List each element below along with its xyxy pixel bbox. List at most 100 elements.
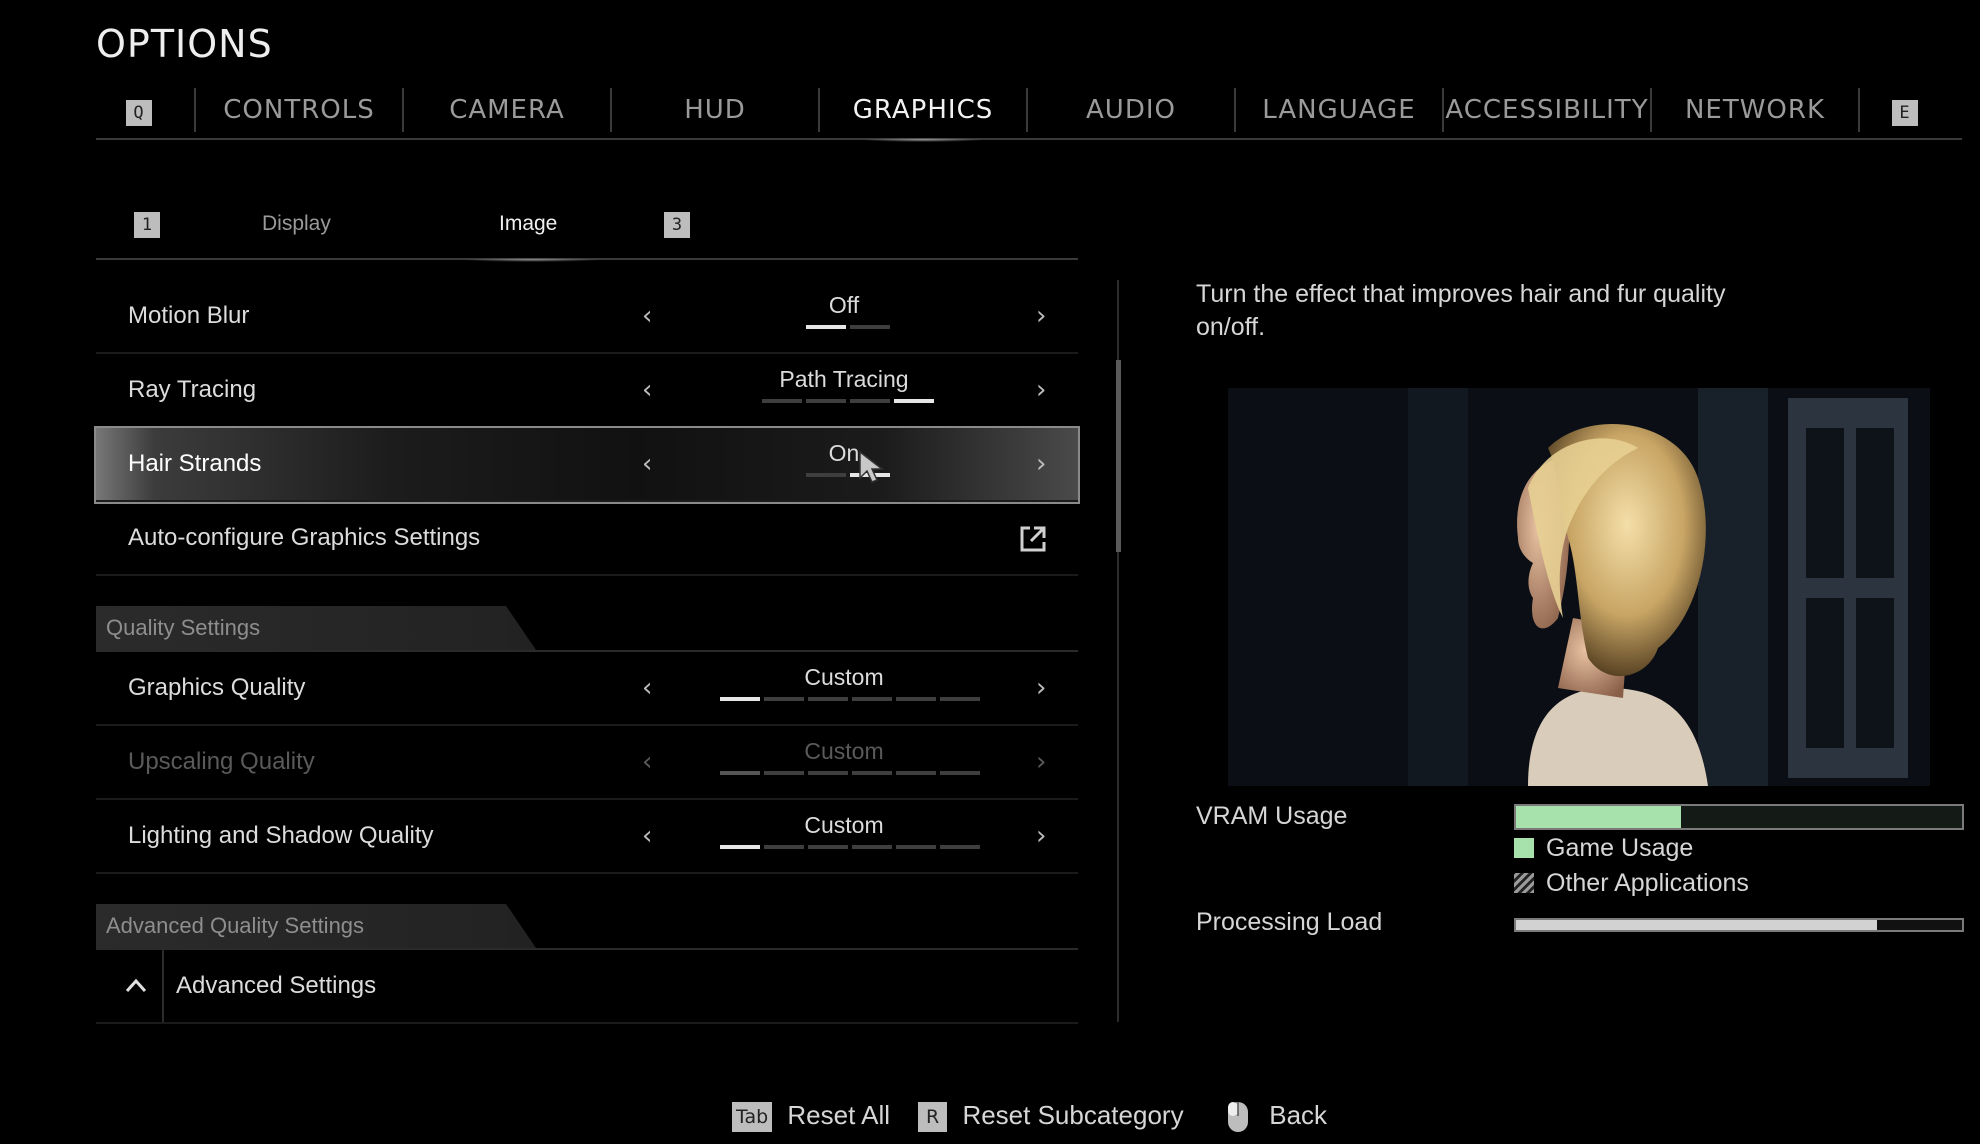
prev-tab-key[interactable]: Q <box>106 86 172 134</box>
setting-ray-tracing[interactable]: Ray Tracing ‹ Path Tracing › <box>96 354 1078 428</box>
game-usage-swatch <box>1514 838 1534 858</box>
top-tab-bar: Q CONTROLS CAMERA HUD GRAPHICS AUDIO LAN… <box>96 86 1962 142</box>
reset-all-button[interactable]: Tab Reset All <box>732 1100 890 1133</box>
legend-label: Other Applications <box>1546 869 1749 897</box>
processing-load-fill <box>1516 920 1878 930</box>
setting-level-indicator <box>762 399 934 403</box>
q-key-icon: Q <box>126 100 152 126</box>
tab-graphics[interactable]: GRAPHICS <box>820 86 1026 142</box>
setting-level-indicator <box>720 697 980 701</box>
level-segment <box>940 845 980 849</box>
chevron-left-icon[interactable]: ‹ <box>642 800 652 872</box>
setting-motion-blur[interactable]: Motion Blur ‹ Off › <box>96 280 1078 354</box>
level-segment <box>896 845 936 849</box>
setting-hair-strands[interactable]: Hair Strands ‹ On › <box>94 426 1080 504</box>
next-tab-key[interactable]: E <box>1872 86 1938 134</box>
setting-label: Ray Tracing <box>128 376 257 403</box>
level-segment <box>808 845 848 849</box>
setting-advanced-settings[interactable]: Advanced Settings <box>96 950 1078 1024</box>
tab-key-icon: Tab <box>732 1102 773 1133</box>
level-segment <box>894 399 934 403</box>
mouse-cursor-icon <box>859 450 885 483</box>
tab-accessibility[interactable]: ACCESSIBILITY <box>1444 86 1650 134</box>
tab-controls[interactable]: CONTROLS <box>196 86 402 134</box>
level-segment <box>852 697 892 701</box>
level-segment <box>720 845 760 849</box>
tab-language[interactable]: LANGUAGE <box>1236 86 1442 134</box>
chevron-left-icon[interactable]: ‹ <box>642 428 652 500</box>
processing-load-bar <box>1514 918 1964 932</box>
level-segment <box>808 771 848 775</box>
section-quality-settings: Quality Settings <box>96 606 1078 652</box>
setting-label: Auto-configure Graphics Settings <box>128 524 481 551</box>
level-segment <box>720 771 760 775</box>
section-advanced-quality-settings: Advanced Quality Settings <box>96 904 1078 950</box>
setting-label: Motion Blur <box>128 302 250 329</box>
chevron-right-icon[interactable]: › <box>1036 280 1046 352</box>
level-segment <box>850 325 890 329</box>
chevron-right-icon[interactable]: › <box>1036 354 1046 426</box>
setting-level-indicator <box>720 845 980 849</box>
back-button[interactable]: Back <box>1226 1100 1327 1134</box>
setting-level-indicator <box>806 325 890 329</box>
level-segment <box>808 697 848 701</box>
setting-lighting-shadow-quality[interactable]: Lighting and Shadow Quality ‹ Custom › <box>96 800 1078 874</box>
r-key-icon: R <box>918 1102 948 1133</box>
preview-illustration <box>1228 388 1930 786</box>
setting-label: Advanced Settings <box>176 972 377 999</box>
vram-game-fill <box>1516 806 1682 828</box>
setting-auto-configure[interactable]: Auto-configure Graphics Settings <box>96 502 1078 576</box>
vram-usage-label: VRAM Usage <box>1196 802 1348 830</box>
setting-value: Custom <box>804 738 884 764</box>
chevron-left-icon[interactable]: ‹ <box>642 280 652 352</box>
level-segment <box>850 399 890 403</box>
chevron-right-icon[interactable]: › <box>1036 428 1046 500</box>
setting-label: Lighting and Shadow Quality <box>128 822 434 849</box>
chevron-left-icon: ‹ <box>642 747 653 777</box>
tab-camera[interactable]: CAMERA <box>404 86 610 134</box>
prev-subtab-key[interactable]: 1 <box>134 212 160 238</box>
level-segment <box>720 697 760 701</box>
legend-other-applications: Other Applications <box>1514 869 1749 898</box>
level-segment <box>764 845 804 849</box>
level-segment <box>940 697 980 701</box>
one-key-icon: 1 <box>134 212 160 238</box>
subtab-image[interactable]: Image <box>499 212 557 236</box>
e-key-icon: E <box>1892 100 1918 126</box>
button-label: Reset Subcategory <box>962 1100 1184 1130</box>
level-segment <box>762 399 802 403</box>
setting-graphics-quality[interactable]: Graphics Quality ‹ Custom › <box>96 652 1078 726</box>
chevron-up-icon[interactable] <box>124 976 148 994</box>
chevron-right-icon[interactable]: › <box>1036 652 1046 724</box>
legend-label: Game Usage <box>1546 834 1694 862</box>
setting-level-indicator <box>720 771 980 775</box>
setting-label: Upscaling Quality <box>128 748 315 775</box>
setting-value: On <box>828 440 860 466</box>
other-applications-swatch <box>1514 873 1534 893</box>
next-subtab-key[interactable]: 3 <box>664 212 690 238</box>
level-segment <box>852 771 892 775</box>
setting-label: Graphics Quality <box>128 674 306 701</box>
level-segment <box>806 399 846 403</box>
level-segment <box>896 697 936 701</box>
processing-load-label: Processing Load <box>1196 908 1383 936</box>
external-link-icon[interactable] <box>1018 524 1048 554</box>
reset-subcategory-button[interactable]: R Reset Subcategory <box>918 1100 1184 1133</box>
subtab-display[interactable]: Display <box>262 212 331 236</box>
level-segment <box>852 845 892 849</box>
chevron-left-icon[interactable]: ‹ <box>642 354 652 426</box>
level-segment <box>896 771 936 775</box>
tab-audio[interactable]: AUDIO <box>1028 86 1234 134</box>
level-segment <box>940 771 980 775</box>
subtab-bar: 1 Display Image 3 <box>96 208 1078 262</box>
level-segment <box>806 325 846 329</box>
chevron-left-icon[interactable]: ‹ <box>642 652 652 724</box>
mouse-icon <box>1228 1102 1248 1133</box>
tab-hud[interactable]: HUD <box>612 86 818 134</box>
chevron-right-icon: › <box>1036 747 1047 777</box>
setting-upscaling-quality: Upscaling Quality ‹ Custom › <box>96 726 1078 800</box>
tab-network[interactable]: NETWORK <box>1652 86 1858 134</box>
section-title: Advanced Quality Settings <box>106 913 365 938</box>
chevron-right-icon[interactable]: › <box>1036 800 1046 872</box>
settings-scrollbar[interactable] <box>1116 360 1121 552</box>
